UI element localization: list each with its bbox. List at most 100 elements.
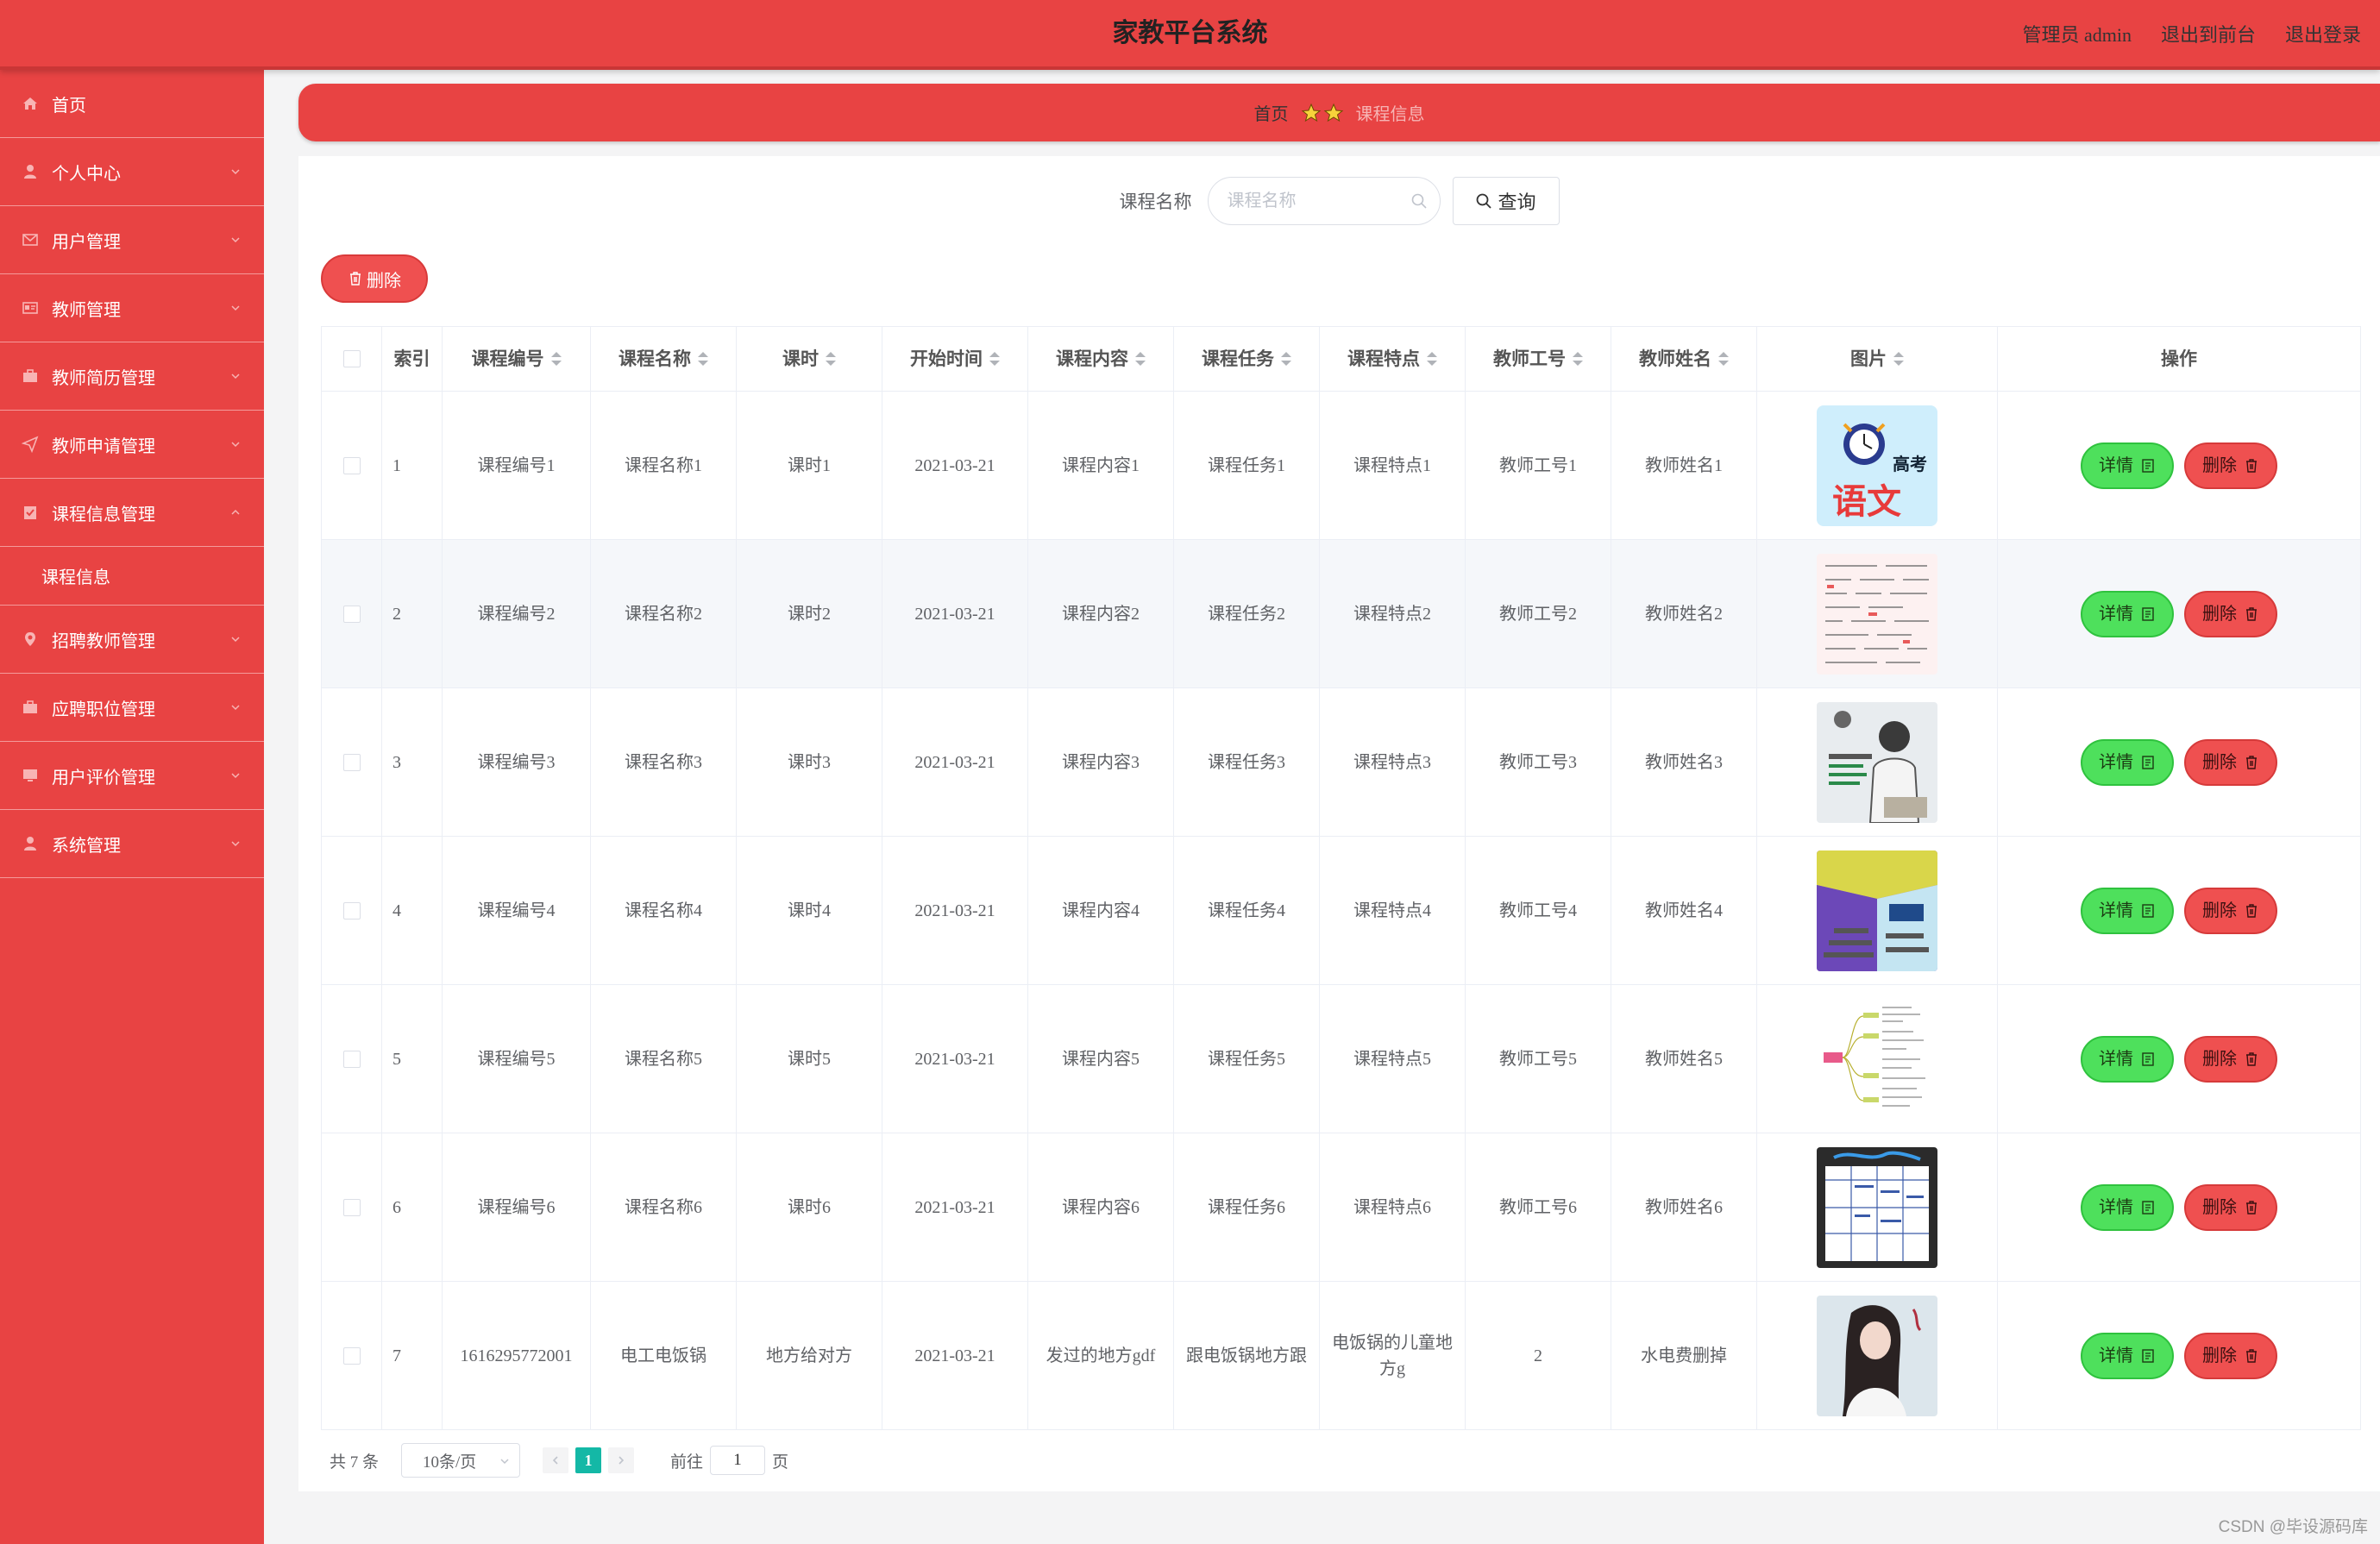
cell-task: 课程任务2	[1174, 540, 1320, 687]
clipboard-icon	[21, 503, 40, 522]
course-table: 索引 课程编号 课程名称 课时 开始时间 课程内容 课程任务 课程特点 教师工号…	[321, 326, 2361, 1430]
cell-teacher-name: 教师姓名3	[1611, 688, 1757, 836]
sort-icon	[698, 352, 708, 366]
detail-button[interactable]: 详情	[2081, 887, 2174, 934]
row-checkbox[interactable]	[342, 753, 361, 771]
sidebar-item-label: 教师简历管理	[52, 368, 155, 388]
detail-button[interactable]: 详情	[2081, 590, 2174, 637]
table-row: 2 课程编号2 课程名称2 课时2 2021-03-21 课程内容2 课程任务2…	[322, 540, 2360, 688]
header-select-all-cell	[322, 327, 382, 391]
sidebar-item-home[interactable]: 首页	[0, 70, 264, 138]
cell-task: 课程任务5	[1174, 985, 1320, 1133]
sidebar-item-label: 首页	[52, 96, 86, 116]
row-checkbox[interactable]	[342, 1198, 361, 1216]
cell-hours: 课时4	[737, 837, 882, 984]
pagination: 共 7 条 10条/页 1 前往 1 页	[330, 1443, 788, 1478]
cell-index: 5	[382, 985, 443, 1133]
header-index: 索引	[382, 327, 443, 391]
detail-button[interactable]: 详情	[2081, 1332, 2174, 1379]
next-page-button[interactable]	[608, 1447, 635, 1473]
page-number-current[interactable]: 1	[575, 1447, 602, 1473]
delete-button[interactable]: 删除	[2184, 887, 2277, 934]
sidebar-subitem-course-info[interactable]: 课程信息	[0, 547, 264, 606]
logout-link[interactable]: 退出登录	[2285, 20, 2361, 47]
detail-button[interactable]: 详情	[2081, 1035, 2174, 1083]
header-teacher-no[interactable]: 教师工号	[1466, 327, 1611, 391]
detail-button[interactable]: 详情	[2081, 442, 2174, 489]
select-all-checkbox[interactable]	[342, 350, 361, 367]
cell-start-time: 2021-03-21	[882, 540, 1028, 687]
header-task[interactable]: 课程任务	[1174, 327, 1320, 391]
header-hours[interactable]: 课时	[737, 327, 882, 391]
chevron-left-icon	[552, 1456, 558, 1465]
breadcrumb-separator	[1301, 103, 1344, 123]
sort-icon	[826, 352, 836, 366]
header-course-code[interactable]: 课程编号	[443, 327, 591, 391]
content-panel: 课程名称 查询 删除 索引 课程编号 课程名称 课时 开始时间 课程内容	[298, 156, 2380, 1491]
breadcrumb-home[interactable]: 首页	[1254, 100, 1289, 125]
sidebar-item-applications[interactable]: 教师申请管理	[0, 411, 264, 479]
cell-teacher-name: 教师姓名2	[1611, 540, 1757, 687]
course-image	[1817, 998, 1937, 1120]
sidebar-item-teachers[interactable]: 教师管理	[0, 274, 264, 342]
cell-teacher-no: 教师工号3	[1466, 688, 1611, 836]
search-button[interactable]: 查询	[1452, 177, 1560, 225]
header-feature[interactable]: 课程特点	[1320, 327, 1466, 391]
back-to-front-link[interactable]: 退出到前台	[2161, 20, 2256, 47]
course-image	[1817, 553, 1937, 675]
document-icon	[2142, 1200, 2154, 1214]
sidebar-item-resumes[interactable]: 教师简历管理	[0, 342, 264, 411]
delete-button[interactable]: 删除	[2184, 590, 2277, 637]
sidebar-item-users[interactable]: 用户管理	[0, 206, 264, 274]
sidebar-item-courses[interactable]: 课程信息管理	[0, 479, 264, 547]
delete-button[interactable]: 删除	[2184, 442, 2277, 489]
table-row: 4 课程编号4 课程名称4 课时4 2021-03-21 课程内容4 课程任务4…	[322, 837, 2360, 985]
chevron-down-icon	[231, 442, 240, 448]
delete-button[interactable]: 删除	[2184, 1332, 2277, 1379]
header-actions: 操作	[2161, 348, 2197, 369]
sidebar-item-system[interactable]: 系统管理	[0, 810, 264, 878]
prev-page-button[interactable]	[543, 1447, 569, 1473]
sidebar-item-label: 用户评价管理	[52, 768, 155, 788]
goto-page-input[interactable]: 1	[710, 1446, 766, 1475]
course-image	[1817, 1146, 1937, 1268]
header-image[interactable]: 图片	[1757, 327, 1998, 391]
cell-course-name: 电工电饭锅	[591, 1282, 737, 1429]
sidebar-item-positions[interactable]: 应聘职位管理	[0, 674, 264, 742]
sidebar-item-recruit[interactable]: 招聘教师管理	[0, 606, 264, 674]
row-checkbox[interactable]	[342, 901, 361, 919]
delete-button[interactable]: 删除	[2184, 1183, 2277, 1231]
detail-button[interactable]: 详情	[2081, 1183, 2174, 1231]
header-start-time[interactable]: 开始时间	[882, 327, 1028, 391]
sidebar-item-label: 课程信息管理	[52, 505, 155, 524]
search-input[interactable]	[1227, 178, 1417, 224]
cell-teacher-no: 教师工号6	[1466, 1133, 1611, 1281]
page-size-select[interactable]: 10条/页	[401, 1443, 521, 1478]
cell-hours: 地方给对方	[737, 1282, 882, 1429]
sidebar-item-reviews[interactable]: 用户评价管理	[0, 742, 264, 810]
star-icon	[1301, 103, 1321, 122]
header-content[interactable]: 课程内容	[1028, 327, 1174, 391]
header-teacher-name[interactable]: 教师姓名	[1611, 327, 1757, 391]
cell-course-code: 1616295772001	[443, 1282, 591, 1429]
sidebar-item-label: 用户管理	[52, 232, 121, 252]
user-icon	[21, 162, 40, 181]
cell-course-name: 课程名称6	[591, 1133, 737, 1281]
location-icon	[21, 630, 40, 649]
row-checkbox[interactable]	[342, 605, 361, 623]
row-checkbox[interactable]	[342, 1346, 361, 1365]
batch-delete-button[interactable]: 删除	[321, 254, 428, 303]
detail-button[interactable]: 详情	[2081, 738, 2174, 786]
monitor-icon	[21, 766, 40, 785]
row-checkbox[interactable]	[342, 456, 361, 474]
delete-button[interactable]: 删除	[2184, 1035, 2277, 1083]
sort-icon	[989, 352, 1000, 366]
search-icon	[1411, 193, 1427, 209]
header-course-name[interactable]: 课程名称	[591, 327, 737, 391]
goto-suffix: 页	[772, 1453, 789, 1472]
row-checkbox[interactable]	[342, 1050, 361, 1068]
sidebar-item-personal[interactable]: 个人中心	[0, 138, 264, 206]
chevron-down-icon	[231, 305, 240, 311]
course-image: 高考 语文	[1817, 405, 1937, 526]
delete-button[interactable]: 删除	[2184, 738, 2277, 786]
